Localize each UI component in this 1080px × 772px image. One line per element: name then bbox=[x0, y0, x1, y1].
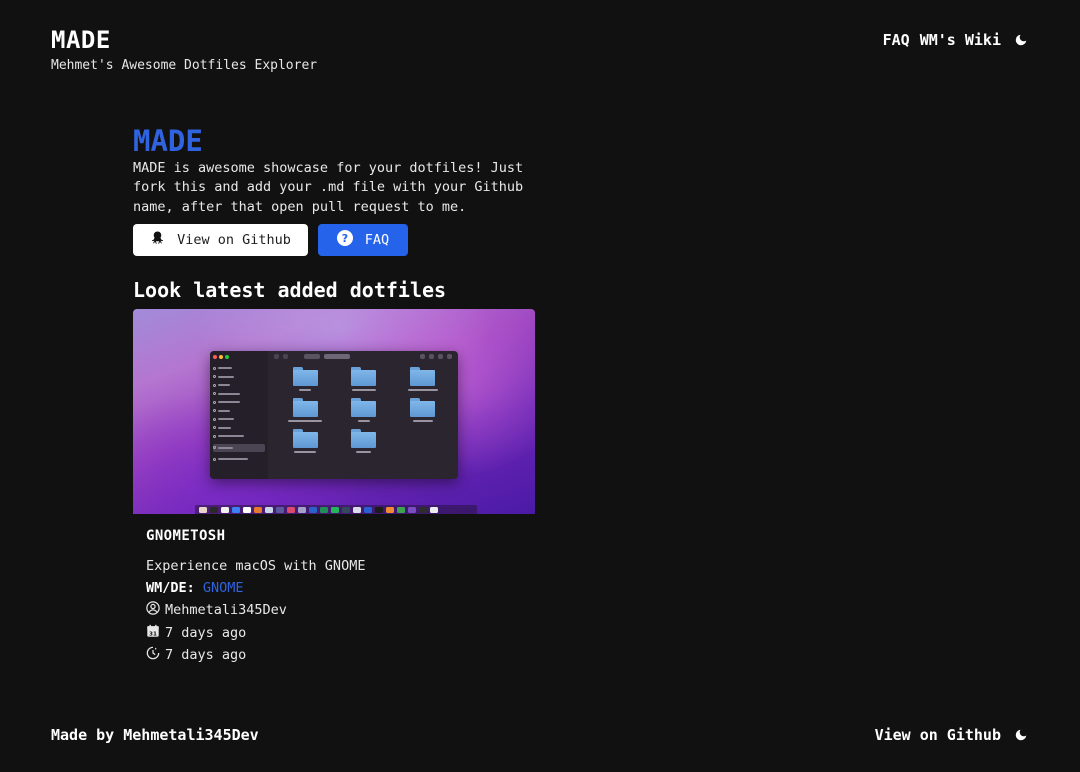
created-date: 7 days ago bbox=[165, 624, 247, 641]
dotfile-title[interactable]: GNOMETOSH bbox=[146, 528, 522, 544]
updated-date: 7 days ago bbox=[165, 647, 247, 664]
user-circle-icon bbox=[146, 601, 160, 619]
dotfile-screenshot[interactable] bbox=[133, 309, 535, 514]
author-row: Mehmetali345Dev bbox=[146, 601, 522, 619]
svg-text:31: 31 bbox=[149, 631, 157, 637]
view-on-github-label: View on Github bbox=[177, 231, 291, 248]
dotfile-description: Experience macOS with GNOME bbox=[146, 558, 366, 574]
faq-button[interactable]: ? FAQ bbox=[318, 223, 408, 256]
clock-icon bbox=[146, 646, 160, 664]
view-on-github-button[interactable]: View on Github bbox=[133, 223, 308, 256]
dotfile-card[interactable]: GNOMETOSH Experience macOS with GNOME WM… bbox=[133, 309, 535, 664]
updated-row: 7 days ago bbox=[146, 646, 522, 664]
footer-right: View on Github bbox=[875, 726, 1029, 744]
footer-github-link[interactable]: View on Github bbox=[875, 726, 1001, 744]
svg-text:?: ? bbox=[342, 232, 348, 245]
calendar-icon: 31 bbox=[146, 624, 160, 642]
nav-wiki-link[interactable]: WM's Wiki bbox=[920, 31, 1001, 49]
latest-dotfiles-heading: Look latest added dotfiles bbox=[133, 278, 447, 302]
site-header: MADE Mehmet's Awesome Dotfiles Explorer … bbox=[51, 26, 1029, 76]
faq-button-label: FAQ bbox=[364, 231, 390, 248]
question-circle-icon: ? bbox=[336, 229, 353, 250]
nav-faq-link[interactable]: FAQ bbox=[883, 31, 910, 49]
created-row: 31 7 days ago bbox=[146, 624, 522, 642]
author-name[interactable]: Mehmetali345Dev bbox=[165, 602, 287, 618]
hero: MADE MADE is awesome showcase for your d… bbox=[133, 124, 535, 256]
top-nav: FAQ WM's Wiki bbox=[883, 31, 1029, 49]
moon-icon[interactable] bbox=[1013, 32, 1029, 48]
card-body: GNOMETOSH Experience macOS with GNOME WM… bbox=[133, 514, 535, 664]
footer-moon-icon[interactable] bbox=[1013, 727, 1029, 743]
footer-credit: Made by Mehmetali345Dev bbox=[51, 726, 259, 744]
site-subtitle: Mehmet's Awesome Dotfiles Explorer bbox=[51, 58, 318, 73]
file-manager-preview bbox=[210, 351, 458, 479]
hero-actions: View on Github ? FAQ bbox=[133, 223, 535, 256]
octocat-icon bbox=[150, 230, 165, 250]
wm-de-value[interactable]: GNOME bbox=[203, 580, 244, 596]
hero-title: MADE bbox=[133, 124, 203, 158]
site-footer: Made by Mehmetali345Dev View on Github bbox=[51, 726, 1029, 746]
hero-description: MADE is awesome showcase for your dotfil… bbox=[133, 160, 524, 215]
page: MADE Mehmet's Awesome Dotfiles Explorer … bbox=[0, 0, 1080, 772]
dock-preview bbox=[195, 505, 477, 514]
wm-de-label: WM/DE: bbox=[146, 580, 195, 596]
wm-de-row: WM/DE: GNOME bbox=[146, 580, 522, 596]
